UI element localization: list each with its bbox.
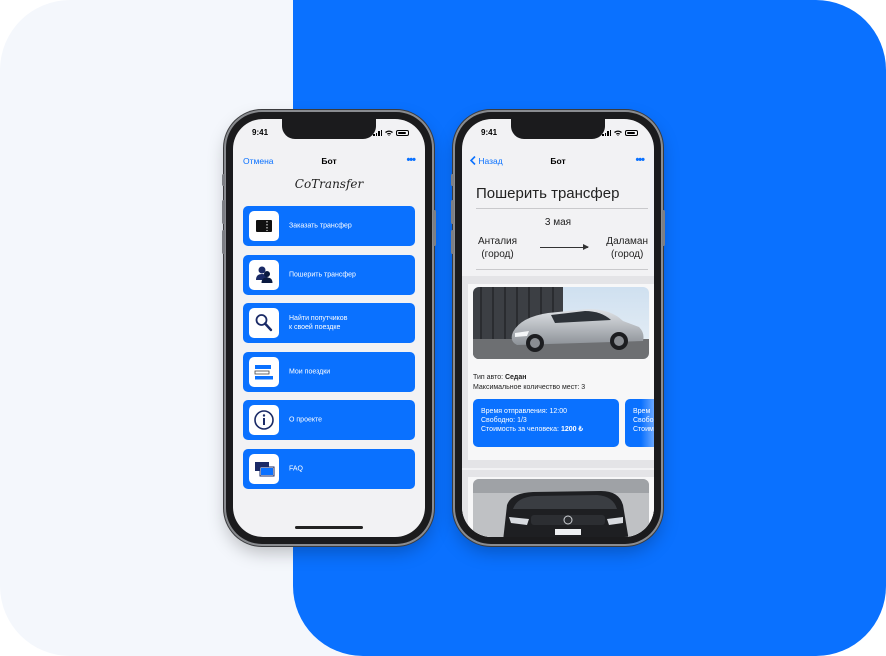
status-time: 9:41 [481,128,498,137]
ticket-icon [249,211,279,241]
route-arrow-icon [540,244,589,250]
free-seats: Свободно: 1/3 [481,416,527,424]
price-label: Стоимость за человека: [481,425,561,433]
volume-up-button [222,200,225,224]
car-info: Тип авто: Седан Максимальное количество … [473,373,585,392]
home-indicator[interactable] [295,526,363,529]
route-from: Анталия (город) [478,236,518,260]
mute-switch [451,174,454,186]
page-title: Пошерить трансфер [476,185,620,202]
menu-item-label: Мои поездки [289,368,331,376]
trip-date: 3 мая [544,217,572,228]
volume-down-button [451,230,454,254]
screen: 9:41 Отмена Бот ••• CoTransfer Заказать … [233,119,425,537]
menu-item-my-trips[interactable]: Мои поездки [243,351,415,392]
nav-bar: Назад Бот ••• [462,154,654,170]
volume-up-button [451,200,454,224]
menu-item-about[interactable]: О проекте [243,400,415,441]
magnifier-icon [249,308,279,339]
nav-title: Бот [321,156,337,166]
menu-item-order-transfer[interactable]: Заказать трансфер [243,206,415,246]
car-type-value: Седан [504,374,527,381]
info-icon [249,405,279,436]
car-type-label: Тип авто: [473,374,505,381]
menu-item-label: FAQ [289,465,304,473]
more-menu-button[interactable]: ••• [406,154,416,166]
menu-item-label: Найти попутчиков к своей поездке [289,315,348,332]
divider [476,269,648,270]
chat-icon [249,453,279,484]
app-logo: CoTransfer [294,177,364,191]
price-per-person: Стоимость за человека: 1200 ₺ [481,426,619,435]
van-photo [473,479,649,537]
power-button [433,210,436,246]
sedan-photo [473,287,649,359]
wifi-icon [385,130,393,136]
phone-menu: 9:41 Отмена Бот ••• CoTransfer Заказать … [222,112,436,544]
battery-icon [396,129,409,136]
mute-switch [222,174,225,186]
menu-item-label: Заказать трансфер [289,222,352,230]
more-menu-button[interactable]: ••• [635,154,645,166]
phone-share-transfer: 9:41 Назад Бот ••• Пошерить трансфер 3 м… [451,112,665,544]
battery-icon [625,129,638,136]
menu-item-find-companions[interactable]: Найти попутчиков к своей поездке [243,303,415,344]
people-icon [249,259,279,290]
menu-item-label: Пошерить трансфер [289,271,356,279]
status-time: 9:41 [252,128,269,137]
bot-menu: Заказать трансфер Пошерить трансфер Найт… [243,206,415,498]
trips-list-icon [249,356,279,387]
max-seats: Максимальное количество мест: 3 [473,383,586,391]
route-to: Даламан (город) [606,236,648,260]
power-button [662,210,665,246]
departure-slot[interactable]: Время отправления: 12:00 Свободно: 1/3 С… [473,399,619,447]
volume-down-button [222,230,225,254]
price-value: 1200 ₺ [560,425,583,433]
car-type: Тип авто: Седан [473,373,585,383]
screen: 9:41 Назад Бот ••• Пошерить трансфер 3 м… [462,119,654,537]
departure-slot-partial[interactable]: Врем Свобо Стоим [625,399,654,447]
menu-item-faq[interactable]: FAQ [243,448,415,489]
wifi-icon [614,130,622,136]
menu-item-label: О проекте [289,416,323,424]
menu-item-share-transfer[interactable]: Пошерить трансфер [243,254,415,295]
nav-bar: Отмена Бот ••• [233,154,425,170]
divider [476,208,648,209]
notch [511,119,605,139]
notch [282,119,376,139]
nav-title: Бот [550,156,566,166]
departure-time: Время отправления: 12:00 [481,408,568,415]
